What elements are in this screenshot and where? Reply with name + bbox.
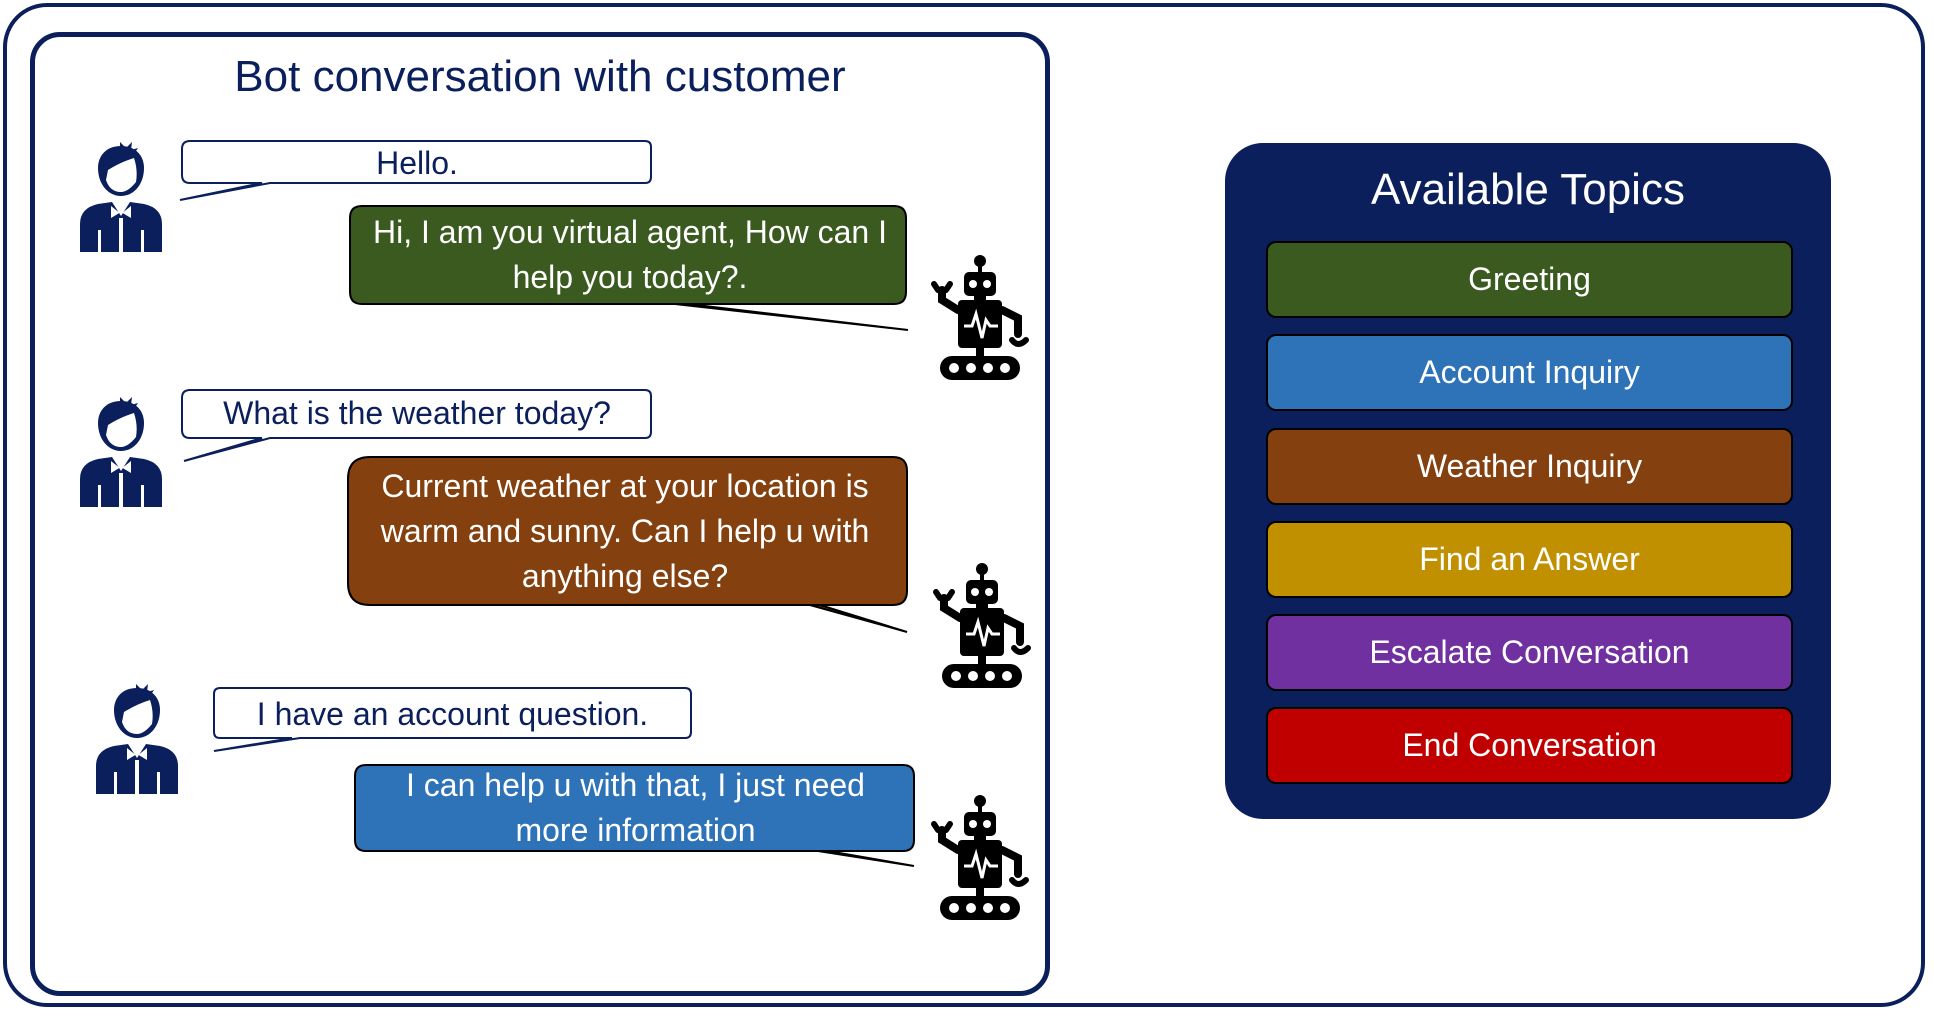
person-icon — [80, 142, 162, 252]
topic-greeting[interactable]: Greeting — [1266, 241, 1793, 318]
topic-escalate-conversation[interactable]: Escalate Conversation — [1266, 614, 1793, 691]
user-message-2: What is the weather today? — [223, 395, 611, 431]
person-icon — [80, 397, 162, 507]
available-topics-panel: Available Topics Greeting Account Inquir… — [1225, 143, 1831, 819]
topic-end-conversation[interactable]: End Conversation — [1266, 707, 1793, 784]
robot-icon — [933, 563, 1031, 688]
topic-weather-inquiry[interactable]: Weather Inquiry — [1266, 428, 1793, 505]
bot-message-2: Current weather at your location is warm… — [380, 468, 870, 594]
robot-icon — [931, 255, 1029, 380]
bot-message-3: I can help u with that, I just need more… — [406, 767, 865, 848]
person-icon — [96, 684, 178, 794]
user-message-1: Hello. — [376, 145, 458, 181]
bot-message-1: Hi, I am you virtual agent, How can I he… — [373, 214, 887, 295]
topic-account-inquiry[interactable]: Account Inquiry — [1266, 334, 1793, 411]
robot-icon — [931, 795, 1029, 920]
user-message-3: I have an account question. — [256, 696, 649, 732]
topic-find-an-answer[interactable]: Find an Answer — [1266, 521, 1793, 598]
topics-title: Available Topics — [1371, 165, 1685, 214]
